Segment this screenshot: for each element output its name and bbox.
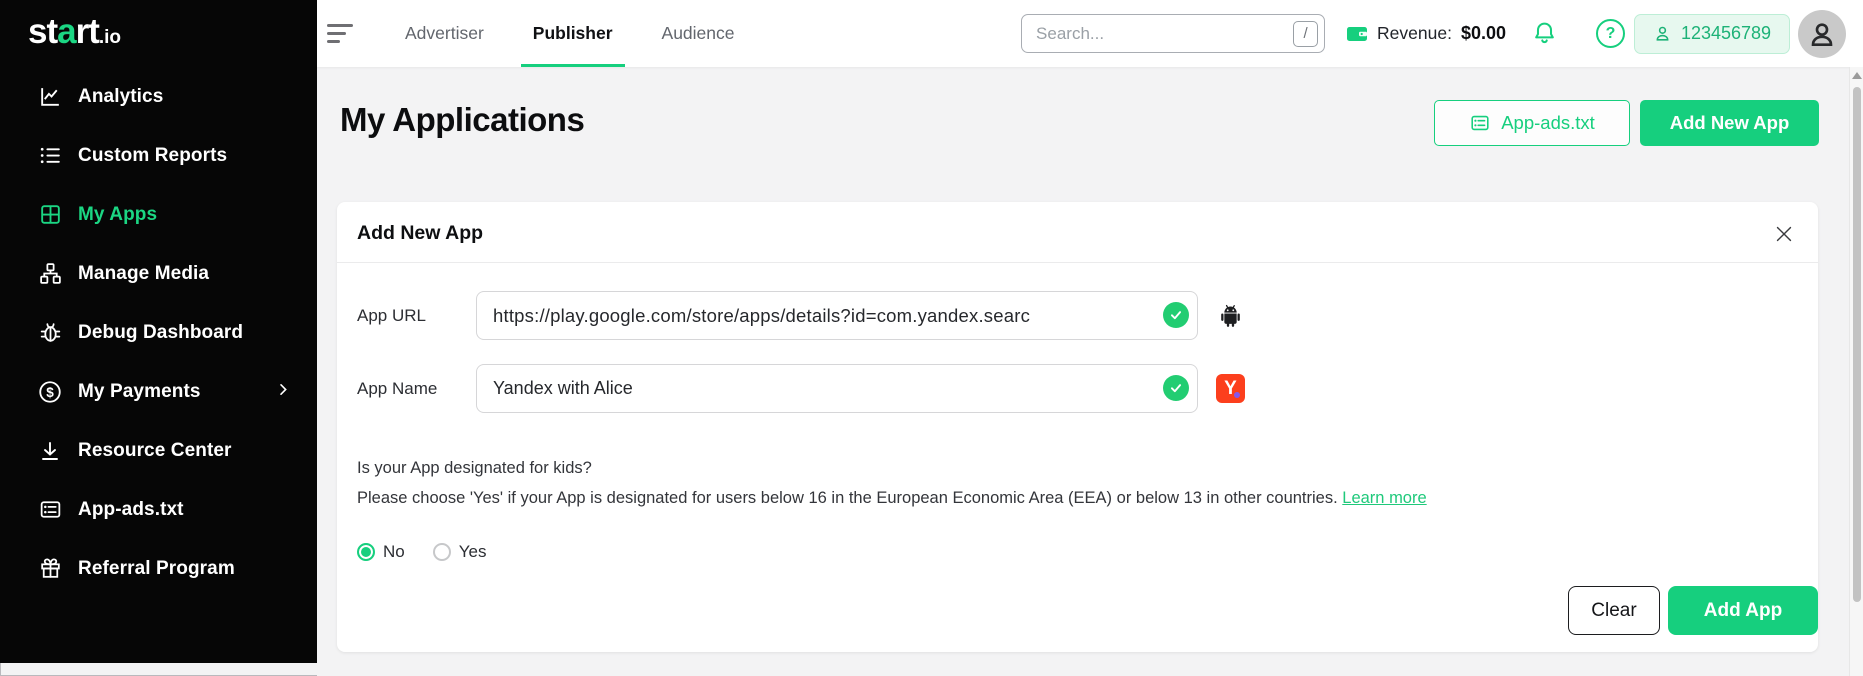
sidebar-item-my-apps[interactable]: My Apps bbox=[0, 185, 317, 244]
sidebar-item-label: Manage Media bbox=[78, 263, 209, 285]
sidebar-item-label: App-ads.txt bbox=[78, 499, 184, 521]
slash-shortcut-key: / bbox=[1293, 21, 1318, 47]
revenue-value: $0.00 bbox=[1461, 23, 1506, 44]
sidebar-item-label: My Apps bbox=[78, 204, 157, 226]
app-name-label: App Name bbox=[357, 379, 437, 399]
avatar[interactable] bbox=[1798, 10, 1846, 58]
learn-more-link[interactable]: Learn more bbox=[1342, 489, 1426, 507]
app-ads-button-label: App-ads.txt bbox=[1501, 112, 1595, 134]
referral-gift-icon bbox=[36, 555, 64, 583]
card-divider bbox=[337, 262, 1818, 263]
radio-no-input[interactable] bbox=[357, 543, 375, 561]
role-tabs: Advertiser Publisher Audience bbox=[399, 0, 741, 67]
add-app-button[interactable]: Add App bbox=[1668, 586, 1818, 635]
logo-text: rt bbox=[76, 12, 99, 51]
kids-radio-group: No Yes bbox=[357, 542, 486, 562]
app-window: start.io Analytics Custom Reports My App… bbox=[0, 0, 1863, 676]
tab-publisher[interactable]: Publisher bbox=[527, 0, 619, 67]
user-id-button[interactable]: 123456789 bbox=[1634, 14, 1790, 54]
user-id-value: 123456789 bbox=[1681, 23, 1771, 44]
scrollbar-thumb[interactable] bbox=[1853, 87, 1861, 602]
kids-help-sentence: Please choose 'Yes' if your App is desig… bbox=[357, 489, 1338, 507]
sidebar-item-label: Custom Reports bbox=[78, 145, 227, 167]
sidebar-item-resource-center[interactable]: Resource Center bbox=[0, 421, 317, 480]
manage-media-icon bbox=[36, 260, 64, 288]
my-apps-icon bbox=[36, 201, 64, 229]
vertical-scrollbar[interactable] bbox=[1849, 67, 1863, 676]
app-ads-txt-button[interactable]: App-ads.txt bbox=[1434, 100, 1630, 146]
app-name-input[interactable] bbox=[476, 364, 1198, 413]
url-valid-check-icon bbox=[1163, 302, 1189, 328]
help-icon[interactable]: ? bbox=[1596, 19, 1625, 48]
menu-collapse-icon[interactable] bbox=[327, 12, 371, 56]
topbar: Advertiser Publisher Audience / Revenue:… bbox=[317, 0, 1863, 67]
add-new-app-card: Add New App App URL App Name Y bbox=[337, 202, 1818, 652]
tab-audience[interactable]: Audience bbox=[656, 0, 741, 67]
page-title: My Applications bbox=[340, 101, 584, 139]
wallet-icon bbox=[1346, 24, 1368, 44]
sidebar-item-my-payments[interactable]: $ My Payments bbox=[0, 362, 317, 421]
user-icon bbox=[1653, 24, 1672, 43]
clear-button[interactable]: Clear bbox=[1568, 586, 1660, 635]
chevron-right-icon bbox=[275, 381, 291, 402]
tab-advertiser[interactable]: Advertiser bbox=[399, 0, 490, 67]
main-content: My Applications App-ads.txt Add New App … bbox=[317, 67, 1863, 676]
search-box: / bbox=[1021, 14, 1325, 53]
analytics-icon bbox=[36, 83, 64, 111]
app-url-input[interactable] bbox=[476, 291, 1198, 340]
notifications-bell-icon[interactable] bbox=[1531, 20, 1558, 47]
logo-text: st bbox=[28, 12, 57, 51]
sidebar-item-label: Debug Dashboard bbox=[78, 322, 243, 344]
resource-download-icon bbox=[36, 437, 64, 465]
sidebar-item-app-ads[interactable]: App-ads.txt bbox=[0, 480, 317, 539]
radio-yes-label: Yes bbox=[459, 542, 487, 562]
search-input[interactable] bbox=[1021, 14, 1325, 53]
sidebar: start.io Analytics Custom Reports My App… bbox=[0, 0, 317, 663]
sidebar-item-custom-reports[interactable]: Custom Reports bbox=[0, 126, 317, 185]
kids-question: Is your App designated for kids? bbox=[357, 459, 592, 478]
payments-icon: $ bbox=[36, 378, 64, 406]
kids-help-text: Please choose 'Yes' if your App is desig… bbox=[357, 489, 1427, 508]
app-ads-list-icon bbox=[1469, 112, 1491, 134]
radio-no-label: No bbox=[383, 542, 405, 562]
sidebar-item-manage-media[interactable]: Manage Media bbox=[0, 244, 317, 303]
yandex-dot bbox=[1234, 392, 1240, 398]
sidebar-item-label: Analytics bbox=[78, 86, 163, 108]
debug-icon bbox=[36, 319, 64, 347]
scrollbar-up-arrow-icon[interactable] bbox=[1852, 72, 1862, 79]
sidebar-item-label: Resource Center bbox=[78, 440, 232, 462]
card-title: Add New App bbox=[357, 222, 483, 245]
radio-option-no[interactable]: No bbox=[357, 542, 405, 562]
sidebar-item-label: My Payments bbox=[78, 381, 201, 403]
revenue-indicator: Revenue: $0.00 bbox=[1346, 23, 1506, 44]
revenue-label: Revenue: bbox=[1377, 23, 1452, 44]
sidebar-item-debug-dashboard[interactable]: Debug Dashboard bbox=[0, 303, 317, 362]
custom-reports-icon bbox=[36, 142, 64, 170]
app-ads-icon bbox=[36, 496, 64, 524]
android-icon bbox=[1216, 301, 1245, 330]
close-icon[interactable] bbox=[1772, 222, 1796, 246]
app-url-label: App URL bbox=[357, 306, 426, 326]
sidebar-item-referral-program[interactable]: Referral Program bbox=[0, 539, 317, 598]
sidebar-item-analytics[interactable]: Analytics bbox=[0, 67, 317, 126]
logo-text-accent: a bbox=[57, 12, 75, 51]
sidebar-nav: Analytics Custom Reports My Apps Manage … bbox=[0, 67, 317, 598]
svg-text:$: $ bbox=[46, 384, 54, 399]
startio-logo[interactable]: start.io bbox=[28, 12, 121, 52]
add-new-app-button[interactable]: Add New App bbox=[1640, 100, 1819, 146]
yandex-app-icon: Y bbox=[1216, 374, 1245, 403]
radio-option-yes[interactable]: Yes bbox=[433, 542, 487, 562]
logo-suffix: .io bbox=[99, 27, 121, 48]
name-valid-check-icon bbox=[1163, 375, 1189, 401]
radio-yes-input[interactable] bbox=[433, 543, 451, 561]
sidebar-item-label: Referral Program bbox=[78, 558, 235, 580]
